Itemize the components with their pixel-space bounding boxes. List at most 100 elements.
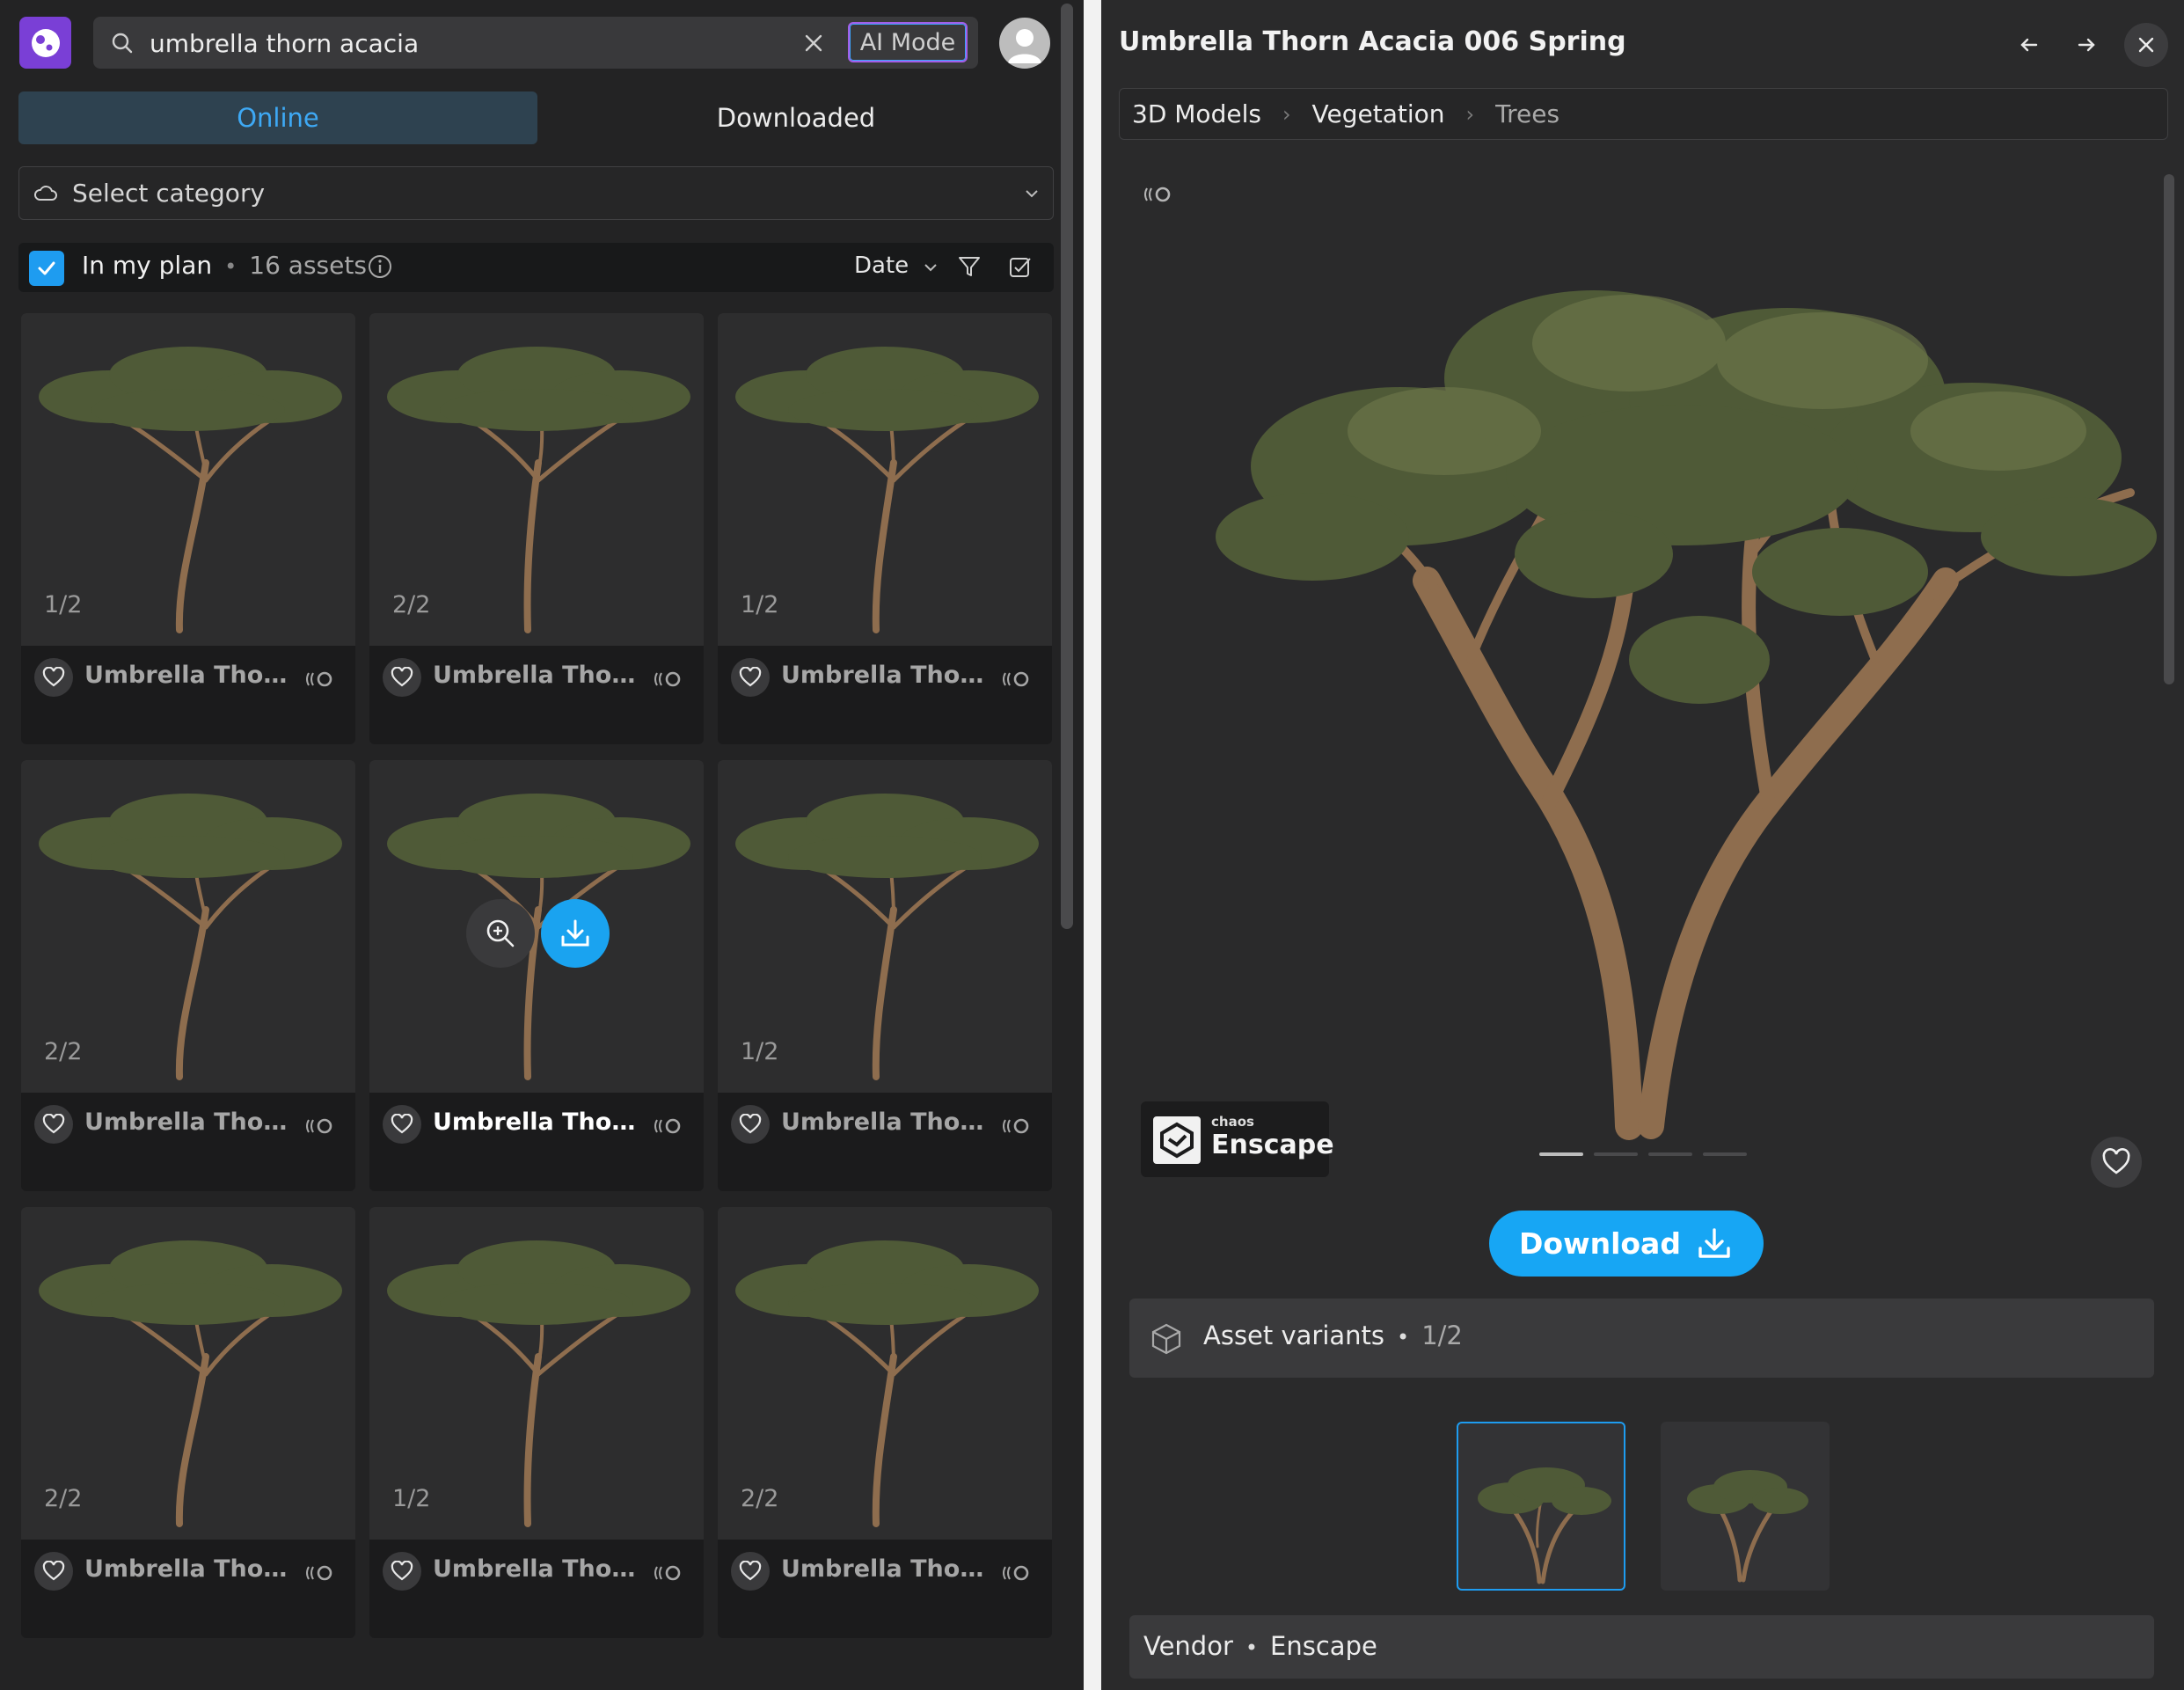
breadcrumb-3d-models[interactable]: 3D Models	[1132, 99, 1261, 128]
variant-indicator: 2/2	[392, 591, 431, 618]
close-detail-button[interactable]	[2124, 23, 2168, 67]
tab-downloaded[interactable]: Downloaded	[537, 91, 1055, 144]
enscape-icon	[306, 671, 332, 687]
app-logo-icon	[31, 28, 60, 57]
favorite-button[interactable]	[34, 1105, 73, 1144]
search-input[interactable]: umbrella thorn acacia	[150, 29, 419, 58]
variant-indicator: 2/2	[741, 1485, 779, 1512]
enscape-icon	[1003, 671, 1029, 687]
badge-enscape-text: Enscape	[1211, 1130, 1334, 1160]
pagination-dot[interactable]	[1703, 1152, 1747, 1156]
cloud-icon	[34, 186, 57, 201]
asset-card[interactable]: 2/2 Umbrella Thorn...	[718, 1207, 1052, 1638]
breadcrumb-vegetation[interactable]: Vegetation	[1312, 99, 1445, 128]
asset-card[interactable]: Umbrella Thorn...	[369, 760, 704, 1191]
grid-scrollbar[interactable]	[1061, 4, 1073, 929]
asset-variants-header[interactable]: Asset variants • 1/2	[1129, 1299, 2154, 1378]
variants-cube-icon	[1151, 1323, 1181, 1355]
tab-online[interactable]: Online	[18, 91, 537, 144]
asset-name[interactable]: Umbrella Thorn...	[781, 1555, 987, 1583]
quick-download-button[interactable]	[541, 899, 610, 968]
user-avatar[interactable]	[999, 18, 1050, 69]
vendor-value[interactable]: Enscape	[1270, 1631, 1377, 1661]
info-icon[interactable]	[367, 253, 393, 280]
enscape-icon	[654, 1565, 681, 1581]
asset-name[interactable]: Umbrella Thorn...	[781, 1108, 987, 1136]
vendor-row: Vendor • Enscape	[1129, 1615, 2154, 1679]
asset-card[interactable]: 1/2 Umbrella Thorn...	[718, 760, 1052, 1191]
in-my-plan-checkbox[interactable]	[29, 251, 64, 286]
variants-count: 1/2	[1421, 1321, 1463, 1350]
asset-card[interactable]: 1/2 Umbrella Thorn...	[21, 313, 355, 744]
download-icon	[1698, 1227, 1730, 1258]
previous-asset-button[interactable]	[2007, 23, 2051, 67]
favorite-button[interactable]	[383, 1552, 421, 1591]
filter-icon[interactable]	[956, 253, 982, 280]
variant-thumbnail-2[interactable]	[1661, 1422, 1830, 1591]
panel-divider	[1084, 0, 1101, 1690]
next-asset-button[interactable]	[2064, 23, 2108, 67]
asset-preview-image[interactable]	[1136, 167, 2157, 1152]
asset-name[interactable]: Umbrella Thorn...	[433, 1555, 639, 1583]
favorite-button[interactable]	[731, 658, 770, 697]
breadcrumb-trees[interactable]: Trees	[1495, 99, 1559, 128]
download-button[interactable]: Download	[1489, 1211, 1764, 1277]
enscape-icon	[306, 1118, 332, 1134]
asset-card[interactable]: 1/2 Umbrella Thorn...	[718, 313, 1052, 744]
asset-name[interactable]: Umbrella Thorn...	[84, 1108, 290, 1136]
asset-card[interactable]: 1/2 Umbrella Thorn...	[369, 1207, 704, 1638]
badge-chaos-text: chaos	[1211, 1114, 1254, 1130]
in-my-plan-label: In my plan	[82, 251, 213, 280]
breadcrumb: 3D Models › Vegetation › Trees	[1119, 88, 2168, 140]
asset-name[interactable]: Umbrella Thorn...	[433, 1108, 639, 1136]
pagination-dot[interactable]	[1648, 1152, 1692, 1156]
favorite-button[interactable]	[731, 1552, 770, 1591]
pagination-dot[interactable]	[1594, 1152, 1638, 1156]
asset-card[interactable]: 2/2 Umbrella Thorn...	[21, 760, 355, 1191]
favorite-button[interactable]	[383, 658, 421, 697]
download-button-label: Download	[1519, 1226, 1681, 1261]
search-bar: umbrella thorn acacia	[93, 17, 978, 69]
favorite-button[interactable]	[2091, 1137, 2142, 1188]
select-mode-icon[interactable]	[1007, 253, 1034, 280]
asset-title: Umbrella Thorn Acacia 006 Spring	[1119, 26, 1626, 57]
variant-indicator: 2/2	[44, 1038, 83, 1065]
heart-icon	[391, 1561, 413, 1581]
pagination-dot[interactable]	[1539, 1152, 1583, 1156]
favorite-button[interactable]	[34, 1552, 73, 1591]
variant-indicator: 1/2	[741, 591, 779, 618]
app-logo[interactable]	[19, 17, 71, 69]
category-select[interactable]: Select category	[18, 166, 1054, 220]
asset-name[interactable]: Umbrella Thorn...	[433, 662, 639, 689]
heart-icon	[739, 1561, 762, 1581]
chevron-down-icon	[1026, 190, 1038, 198]
sort-dropdown[interactable]: Date	[854, 252, 909, 279]
variant-thumbnail-1[interactable]	[1457, 1422, 1625, 1591]
enscape-badge: chaos Enscape	[1141, 1101, 1334, 1177]
download-icon	[561, 919, 589, 947]
search-icon	[112, 33, 133, 54]
favorite-button[interactable]	[731, 1105, 770, 1144]
heart-icon	[42, 1114, 65, 1134]
user-icon	[1008, 29, 1041, 63]
chevron-right-icon: ›	[1282, 101, 1291, 127]
zoom-preview-button[interactable]	[466, 899, 535, 968]
enscape-icon	[1003, 1565, 1029, 1581]
asset-name[interactable]: Umbrella Thorn...	[781, 662, 987, 689]
asset-card[interactable]: 2/2 Umbrella Thorn...	[21, 1207, 355, 1638]
asset-name[interactable]: Umbrella Thorn...	[84, 662, 290, 689]
favorite-button[interactable]	[34, 658, 73, 697]
clear-search-icon[interactable]	[802, 32, 825, 55]
asset-thumbnail[interactable]	[369, 760, 704, 1093]
heart-icon	[391, 667, 413, 687]
asset-card[interactable]: 2/2 Umbrella Thorn...	[369, 313, 704, 744]
ai-mode-button[interactable]: AI Mode	[848, 22, 968, 62]
favorite-button[interactable]	[383, 1105, 421, 1144]
category-select-label: Select category	[72, 179, 266, 208]
asset-count: 16 assets	[249, 251, 367, 280]
detail-scrollbar[interactable]	[2164, 174, 2174, 684]
arrow-right-icon	[2078, 38, 2095, 52]
sort-chevron-icon[interactable]	[923, 262, 939, 273]
asset-name[interactable]: Umbrella Thorn...	[84, 1555, 290, 1583]
enscape-icon	[1003, 1118, 1029, 1134]
